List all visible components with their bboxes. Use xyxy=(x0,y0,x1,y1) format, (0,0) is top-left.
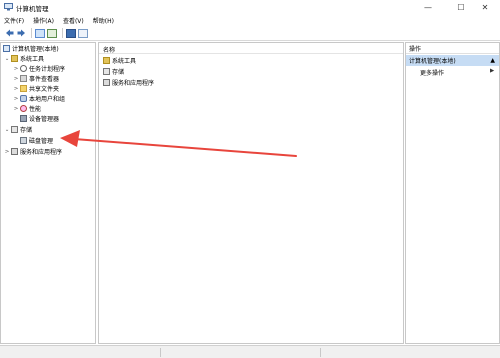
actions-header: 操作 xyxy=(406,43,499,54)
clock-icon xyxy=(20,65,27,72)
chevron-right-icon[interactable]: > xyxy=(13,106,19,112)
chevron-right-icon[interactable]: > xyxy=(13,86,19,92)
chevron-down-icon[interactable]: ⌄ xyxy=(4,56,10,62)
tree-item-root[interactable]: 计算机管理(本地) xyxy=(3,44,59,53)
list-item-label: 系统工具 xyxy=(112,58,137,65)
status-bar-separator xyxy=(160,348,161,357)
actions-section-label: 计算机管理(本地) xyxy=(409,58,456,65)
tree-item-label: 共享文件夹 xyxy=(29,86,60,93)
storage-icon xyxy=(103,68,110,75)
minimize-button[interactable]: — xyxy=(413,0,443,15)
tree-item-services-applications[interactable]: > 服务和应用程序 xyxy=(4,147,62,156)
services-icon xyxy=(11,148,18,155)
tree-item-label: 服务和应用程序 xyxy=(20,149,63,156)
window-title: 计算机管理 xyxy=(16,5,49,13)
tree-item-task-scheduler[interactable]: > 任务计划程序 xyxy=(13,64,65,73)
forward-arrow-icon[interactable] xyxy=(16,28,26,38)
tools-icon xyxy=(103,57,110,64)
list-item-label: 服务和应用程序 xyxy=(112,80,155,87)
storage-icon xyxy=(11,126,18,133)
chevron-right-icon[interactable]: > xyxy=(4,149,10,155)
computer-management-app-icon xyxy=(4,3,13,11)
column-header-divider xyxy=(99,53,403,54)
toolbar-separator xyxy=(31,28,32,38)
more-actions-label: 更多操作 xyxy=(420,70,445,77)
console-tree-pane: 计算机管理(本地) ⌄ 系统工具 > 任务计划程序 > 事件查看器 > 共享文件… xyxy=(0,42,96,344)
services-icon xyxy=(103,79,110,86)
list-item-label: 存储 xyxy=(112,69,125,76)
performance-icon xyxy=(20,105,27,112)
device-manager-icon xyxy=(20,115,27,122)
submenu-arrow-icon: ▶ xyxy=(490,68,495,74)
menu-help[interactable]: 帮助(H) xyxy=(93,16,114,25)
tree-item-system-tools[interactable]: ⌄ 系统工具 xyxy=(4,54,44,63)
tree-item-performance[interactable]: > 性能 xyxy=(13,104,41,113)
tree-item-label: 存储 xyxy=(20,127,33,134)
properties-icon[interactable] xyxy=(78,28,88,38)
disk-icon xyxy=(20,137,27,144)
show-hide-console-tree-icon[interactable] xyxy=(35,28,45,38)
menu-bar: 文件(F) 操作(A) 查看(V) 帮助(H) xyxy=(0,15,500,26)
chevron-right-icon[interactable]: > xyxy=(13,66,19,72)
toolbar-separator xyxy=(62,28,63,38)
collapse-up-icon[interactable]: ▲ xyxy=(490,57,495,64)
list-item[interactable]: 服务和应用程序 xyxy=(103,78,154,87)
back-arrow-icon[interactable] xyxy=(4,28,14,38)
status-bar-separator xyxy=(320,348,321,357)
list-item[interactable]: 存储 xyxy=(103,67,124,76)
tree-item-disk-management[interactable]: 磁盘管理 xyxy=(13,136,53,145)
computer-icon xyxy=(3,45,10,52)
tree-item-event-viewer[interactable]: > 事件查看器 xyxy=(13,74,59,83)
menu-file[interactable]: 文件(F) xyxy=(4,16,24,25)
title-bar: 计算机管理 — ☐ ✕ xyxy=(0,0,500,15)
help-icon[interactable] xyxy=(66,28,76,38)
tree-item-label: 任务计划程序 xyxy=(29,66,66,73)
chevron-down-icon[interactable]: ⌄ xyxy=(4,127,10,133)
tree-item-label: 系统工具 xyxy=(20,56,45,63)
event-log-icon xyxy=(20,75,27,82)
tree-item-label: 本地用户和组 xyxy=(29,96,66,103)
chevron-right-icon[interactable]: > xyxy=(13,76,19,82)
more-actions-item[interactable]: 更多操作 xyxy=(420,68,444,77)
tree-item-device-manager[interactable]: 设备管理器 xyxy=(13,114,59,123)
actions-pane: 操作 计算机管理(本地) ▲ 更多操作 ▶ xyxy=(405,42,500,344)
users-icon xyxy=(20,95,27,102)
tree-item-label: 磁盘管理 xyxy=(29,138,54,145)
toolbar xyxy=(0,26,500,41)
status-bar xyxy=(0,345,500,358)
tree-item-shared-folders[interactable]: > 共享文件夹 xyxy=(13,84,59,93)
tree-item-local-users-groups[interactable]: > 本地用户和组 xyxy=(13,94,65,103)
tree-item-label: 设备管理器 xyxy=(29,116,60,123)
tree-item-label: 性能 xyxy=(29,106,42,113)
close-button[interactable]: ✕ xyxy=(470,0,500,15)
results-pane: 名称 系统工具 存储 服务和应用程序 xyxy=(98,42,404,344)
tree-item-label: 事件查看器 xyxy=(29,76,60,83)
shared-folder-icon xyxy=(20,85,27,92)
list-item[interactable]: 系统工具 xyxy=(103,56,136,65)
chevron-right-icon[interactable]: > xyxy=(13,96,19,102)
tree-item-storage[interactable]: ⌄ 存储 xyxy=(4,125,32,134)
tree-item-label: 计算机管理(本地) xyxy=(12,46,59,53)
actions-section-computer-management[interactable]: 计算机管理(本地) ▲ xyxy=(406,55,499,66)
tools-icon xyxy=(11,55,18,62)
menu-action[interactable]: 操作(A) xyxy=(33,16,54,25)
export-list-icon[interactable] xyxy=(47,28,57,38)
menu-view[interactable]: 查看(V) xyxy=(63,16,84,25)
